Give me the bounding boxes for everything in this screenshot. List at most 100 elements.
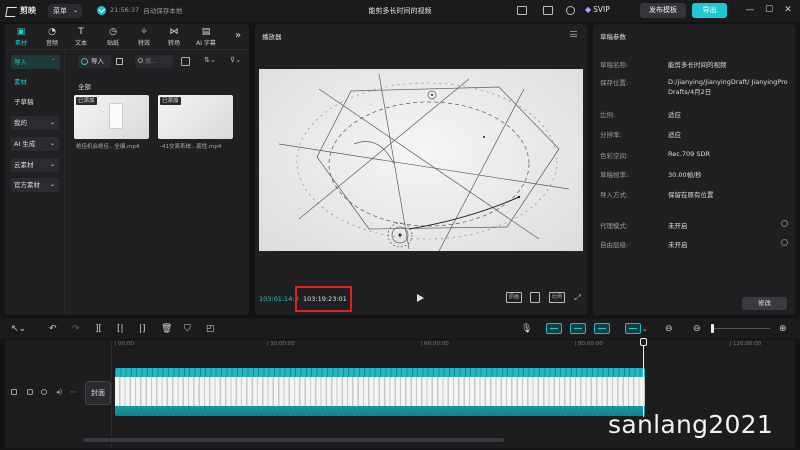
linkage-icon[interactable] xyxy=(594,323,610,334)
draft-name-label: 草稿名称: xyxy=(600,61,629,69)
shield-icon[interactable]: ⛉ xyxy=(184,323,191,335)
sidebar-item-mine[interactable]: 我的 ⌄ xyxy=(11,116,59,130)
ratio-label: 比例 xyxy=(551,294,562,300)
eye-icon[interactable] xyxy=(41,389,47,395)
resolution-label: 分辨率: xyxy=(600,131,622,139)
tab-label: 贴纸 xyxy=(106,40,119,47)
info-icon[interactable] xyxy=(781,239,788,246)
zoom-slider-handle[interactable] xyxy=(711,324,714,333)
sidebar-item-import[interactable]: 导入 ⌃ xyxy=(11,55,60,69)
delete-icon[interactable]: 🗑 xyxy=(161,323,172,335)
modify-button-label: 修改 xyxy=(758,299,771,307)
frame-rate-value: 30.00帧/秒 xyxy=(668,171,702,179)
split-icon[interactable]: ][ xyxy=(95,323,102,335)
sidebar-item-subdraft[interactable]: 子草稿 xyxy=(11,95,59,109)
tab-label: 音频 xyxy=(45,40,58,47)
info-icon[interactable] xyxy=(781,220,788,227)
playhead[interactable] xyxy=(643,339,644,417)
settings-icon[interactable] xyxy=(566,6,575,15)
shortcuts-icon[interactable] xyxy=(543,6,553,15)
layout-icon[interactable] xyxy=(517,6,527,15)
microphone-icon[interactable]: 🎙 xyxy=(521,323,532,335)
zoom-out-icon[interactable]: ⊖ xyxy=(693,323,701,335)
save-location-label: 保存位置: xyxy=(600,79,629,87)
select-cursor-icon[interactable]: ↖⌄ xyxy=(11,323,26,335)
ratio-value: 适应 xyxy=(668,111,681,119)
ruler-label: 30:00:00 xyxy=(270,341,295,347)
fullscreen-icon[interactable]: ⤢ xyxy=(573,292,582,303)
zoom-slider[interactable] xyxy=(712,328,770,329)
chevron-down-icon[interactable]: ⌄ xyxy=(642,323,648,335)
playhead-handle[interactable] xyxy=(640,338,647,346)
view-mode-icon[interactable] xyxy=(181,57,190,66)
export-button[interactable]: 导出 xyxy=(692,3,727,18)
title-bar: 剪映 菜单 ⌄ 21:56:37 自动保存本地 能剪多长时间的视频 ◆ SVIP… xyxy=(0,0,800,22)
svip-label: SVIP xyxy=(593,5,610,14)
sidebar-item-label: AI 生成 xyxy=(14,140,36,148)
tab-label: 素材 xyxy=(14,40,27,47)
search-input[interactable]: 搜... xyxy=(135,55,173,68)
export-label: 导出 xyxy=(702,6,717,14)
menu-icon[interactable] xyxy=(570,31,577,37)
tab-audio[interactable]: ◔ 音频 xyxy=(40,27,64,47)
ratio-button[interactable]: 比例 xyxy=(549,292,565,303)
split-left-icon[interactable]: [| xyxy=(117,323,124,335)
zoom-fit-icon[interactable]: ⊖ xyxy=(665,323,673,335)
svip-button[interactable]: ◆ SVIP xyxy=(585,5,610,14)
ratio-label: 比例: xyxy=(600,111,616,119)
media-item-thumbnail[interactable]: 已添加 xyxy=(74,95,149,139)
close-icon[interactable]: ✕ xyxy=(782,4,794,16)
tab-transition[interactable]: ⋈ 转场 xyxy=(162,27,186,47)
player-title: 播放器 xyxy=(262,33,282,41)
sort-icon[interactable]: ⇅⌄ xyxy=(204,56,216,64)
search-placeholder: 搜... xyxy=(145,58,157,65)
cover-button[interactable]: 封面 xyxy=(85,381,111,405)
split-right-icon[interactable]: |] xyxy=(139,323,146,335)
fit-screen-icon[interactable] xyxy=(530,292,540,303)
maximize-icon[interactable]: ☐ xyxy=(763,4,775,16)
tab-label: 文本 xyxy=(74,40,87,47)
video-preview[interactable] xyxy=(259,69,583,251)
play-icon[interactable] xyxy=(417,294,424,302)
auto-snap-icon[interactable] xyxy=(570,323,586,334)
sidebar-item-label: 子草稿 xyxy=(14,98,34,106)
timeline-scrollbar[interactable] xyxy=(84,438,504,442)
media-item-thumbnail[interactable]: 已添加 xyxy=(158,95,233,139)
added-badge: 已添加 xyxy=(160,97,181,105)
main-track-magnet-icon[interactable] xyxy=(546,323,562,334)
lock-icon[interactable] xyxy=(27,389,33,395)
sidebar-item-official[interactable]: 官方素材 ⌄ xyxy=(11,178,59,192)
publish-template-button[interactable]: 发布模板 xyxy=(640,3,686,18)
original-quality-button[interactable]: 原画 xyxy=(506,292,522,303)
ruler-label: 60:00:00 xyxy=(424,341,449,347)
grid-view-icon[interactable] xyxy=(116,58,123,65)
tab-effects[interactable]: ✧ 特效 xyxy=(132,27,156,47)
tab-ai-caption[interactable]: ▤ AI 字幕 xyxy=(191,27,221,47)
tab-text[interactable]: T 文本 xyxy=(69,27,93,47)
sidebar-item-label: 我的 xyxy=(14,119,27,127)
chevron-down-icon: ⌄ xyxy=(49,161,55,168)
ruler-tick xyxy=(421,341,422,346)
undo-icon[interactable]: ↶ xyxy=(49,323,57,335)
crop-icon[interactable]: ◰ xyxy=(206,323,215,335)
chevron-down-icon: ⌄ xyxy=(49,119,55,126)
draft-name-value: 能剪多长时间的视频 xyxy=(668,61,727,69)
tab-media[interactable]: ▣ 素材 xyxy=(9,27,33,47)
media-item-name: -41交易系统...套性.mp4 xyxy=(160,144,222,150)
more-icon[interactable]: ⋯ xyxy=(70,389,77,396)
sidebar-item-ai-generate[interactable]: AI 生成 ⌄ xyxy=(11,137,59,151)
sidebar-item-media[interactable]: 素材 xyxy=(11,75,59,89)
modify-button[interactable]: 修改 xyxy=(742,297,787,310)
preview-axis-icon[interactable] xyxy=(625,323,641,334)
more-tabs-icon[interactable]: » xyxy=(235,30,241,41)
tab-sticker[interactable]: ◷ 贴纸 xyxy=(101,27,125,47)
volume-icon[interactable]: ◂) xyxy=(56,389,62,396)
zoom-in-icon[interactable]: ⊕ xyxy=(779,323,787,335)
import-button[interactable]: 导入 xyxy=(78,55,111,68)
color-space-value: Rec.709 SDR xyxy=(668,150,710,158)
minimize-icon[interactable]: — xyxy=(744,4,756,16)
filter-icon[interactable]: ⊽⌄ xyxy=(230,56,241,64)
redo-icon[interactable]: ↷ xyxy=(72,323,80,335)
sidebar-item-cloud[interactable]: 云素材 ⌄ xyxy=(11,158,59,172)
frame-rate-label: 草稿帧率: xyxy=(600,171,629,179)
